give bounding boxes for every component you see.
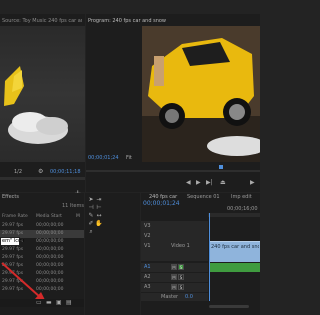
master-track: Master 0.0: [141, 293, 208, 301]
tools-panel: ➤ ⇥ ⊣ ⊢ ✎ ↔ ✐ ✋ ⌕: [85, 193, 140, 315]
audio-clip[interactable]: [209, 263, 260, 272]
mute-button[interactable]: M: [171, 264, 177, 270]
timeline-tab-2[interactable]: Sequence 01: [187, 194, 220, 200]
project-panel: Effects 11 Items Frame Rate Media Start …: [0, 193, 84, 315]
hand-tool-icon[interactable]: ✋: [95, 220, 103, 227]
pen-tool-icon[interactable]: ✐: [87, 220, 95, 227]
wrench-icon[interactable]: ⚙: [38, 169, 43, 175]
razor-tool-icon[interactable]: ✎: [87, 212, 95, 219]
source-video-frame: [0, 26, 85, 162]
ripple-edit-tool-icon[interactable]: ⊣: [87, 204, 95, 211]
zoom-tool-icon[interactable]: ⌕: [87, 228, 95, 235]
source-scrub-bar[interactable]: [0, 177, 85, 180]
track-a3: A3 M S: [141, 283, 208, 292]
timeline-ruler-time: 00;00;16;00: [227, 206, 258, 212]
timeline-scrollbar[interactable]: [209, 305, 249, 308]
track-a2: A2 M S: [141, 273, 208, 282]
program-monitor: Program: 240 fps car and snow 00;00;01;2…: [86, 14, 260, 192]
solo-button[interactable]: S: [178, 284, 184, 290]
program-scrub-bar[interactable]: [86, 170, 260, 172]
solo-button[interactable]: S: [178, 274, 184, 280]
slip-tool-icon[interactable]: ↔: [95, 212, 103, 219]
program-timecode: 00;00;01;24: [88, 155, 119, 161]
timeline-ruler[interactable]: [208, 213, 260, 217]
step-forward-icon[interactable]: ▶|: [206, 180, 213, 186]
new-item-icon[interactable]: ▣: [56, 300, 62, 306]
program-video-frame: [142, 26, 260, 162]
playhead-line[interactable]: [209, 213, 210, 301]
rolling-edit-tool-icon[interactable]: ⊢: [95, 204, 103, 211]
new-bin-icon[interactable]: ▬: [46, 300, 52, 306]
solo-button[interactable]: S: [178, 264, 184, 270]
timeline-tab-3[interactable]: Imp edit: [231, 194, 252, 200]
program-zoom[interactable]: Fit: [126, 155, 132, 161]
selection-tool-icon[interactable]: ➤: [87, 196, 95, 203]
video1-label: Video 1: [171, 243, 190, 249]
insert-icon[interactable]: ⏏: [220, 180, 226, 186]
track-a1: A1 M S: [141, 263, 208, 272]
play-button-icon[interactable]: ▶: [250, 180, 255, 186]
video-clip[interactable]: 240 fps car and snow: [209, 241, 260, 262]
program-playhead-marker[interactable]: [219, 165, 223, 169]
mute-button[interactable]: M: [171, 284, 177, 290]
timeline-panel: 240 fps car Sequence 01 Imp edit 00;00;0…: [141, 193, 260, 315]
source-monitor-title[interactable]: Source: Toy Music 240 fps car and snow: [2, 18, 82, 24]
mute-button[interactable]: M: [171, 274, 177, 280]
program-monitor-title[interactable]: Program: 240 fps car and snow: [88, 18, 166, 24]
source-timecode: 00;00;11;18: [50, 169, 81, 175]
track-select-tool-icon[interactable]: ⇥: [95, 196, 103, 203]
track-v1: V1 Video 1: [141, 241, 208, 261]
annotation-arrow: [1, 262, 46, 302]
track-v2: V2: [141, 231, 208, 241]
source-monitor: Source: Toy Music 240 fps car and snow 1…: [0, 14, 85, 199]
step-back-icon[interactable]: ◀: [186, 180, 191, 186]
snow-toy-image: [4, 66, 68, 144]
list-view-icon[interactable]: ▭: [36, 300, 42, 306]
project-bottom-toolbar: ▭ ▬ ▣ ▤: [0, 299, 84, 307]
play-icon[interactable]: ▶: [196, 180, 201, 186]
track-v3: V3: [141, 221, 208, 231]
source-zoom[interactable]: 1/2: [14, 169, 22, 175]
timeline-timecode: 00;00;01;24: [143, 200, 180, 207]
toy-car-image: [142, 26, 260, 162]
trash-icon[interactable]: ▤: [66, 300, 72, 306]
